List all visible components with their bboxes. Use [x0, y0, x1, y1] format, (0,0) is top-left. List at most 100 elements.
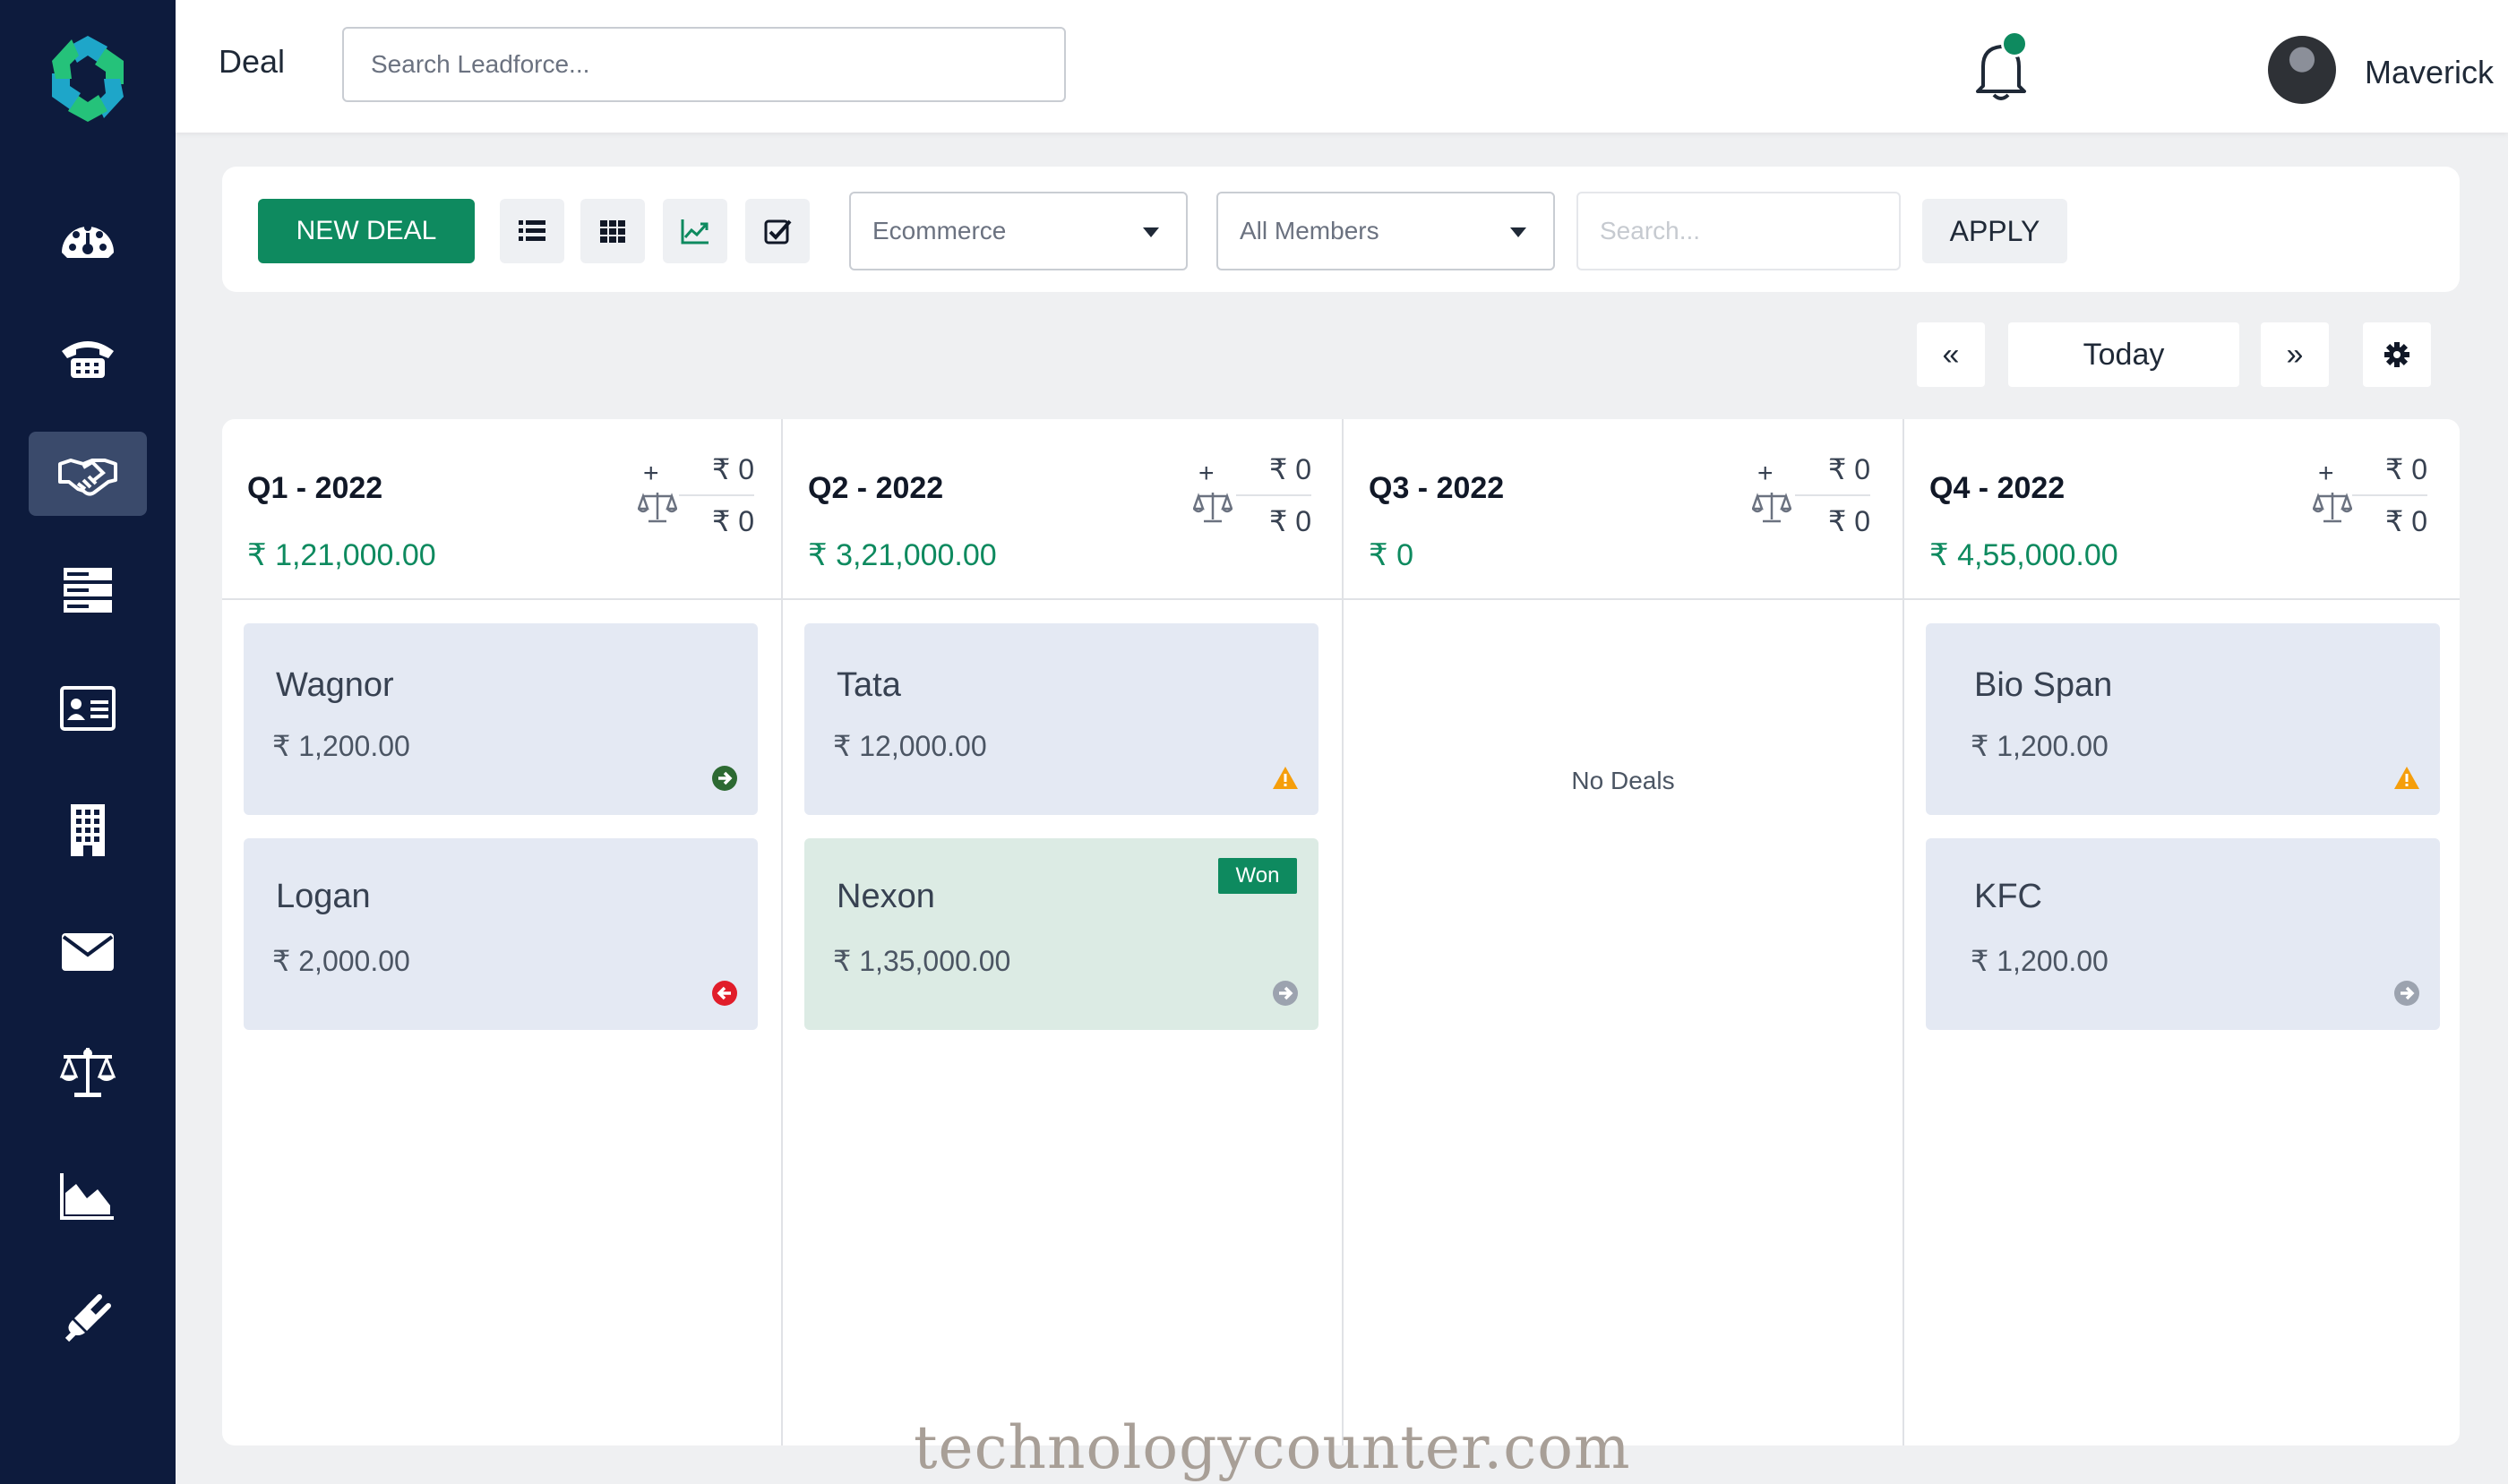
deal-name: Nexon	[837, 878, 935, 915]
deal-card[interactable]: Bio Span ₹ 1,200.00	[1926, 623, 2440, 815]
arrow-right-circle-icon[interactable]	[2393, 980, 2420, 1007]
user-name[interactable]: Maverick	[2365, 54, 2494, 91]
activity-view-button[interactable]	[745, 199, 810, 263]
arrow-right-circle-icon[interactable]	[711, 765, 738, 792]
deal-card[interactable]: Logan ₹ 2,000.00	[244, 838, 758, 1030]
column-total: ₹ 1,21,000.00	[247, 538, 436, 572]
grid-view-button[interactable]	[580, 199, 645, 263]
deal-name: KFC	[1974, 878, 2042, 915]
area-chart-icon	[60, 1173, 114, 1220]
today-button[interactable]: Today	[2008, 322, 2239, 387]
nav-contacts[interactable]	[29, 666, 147, 751]
column-total: ₹ 3,21,000.00	[808, 538, 997, 572]
mail-icon	[62, 933, 114, 971]
column-title: Q4 - 2022	[1929, 471, 2066, 505]
building-icon	[71, 804, 105, 856]
column-header: Q4 - 2022 ₹ 4,55,000.00 + ₹ 0 ₹ 0	[1904, 419, 2460, 600]
column-weighted-value: ₹ 0	[1268, 453, 1311, 485]
deal-amount: ₹ 1,200.00	[272, 730, 410, 762]
board-column: Q2 - 2022 ₹ 3,21,000.00 + ₹ 0 ₹ 0 Tata ₹…	[781, 419, 1342, 1445]
list-view-button[interactable]	[500, 199, 564, 263]
watermark: technologycounter.com	[914, 1413, 1631, 1482]
won-badge: Won	[1218, 858, 1297, 894]
divider	[2352, 494, 2427, 496]
board-column: Q1 - 2022 ₹ 1,21,000.00 + ₹ 0 ₹ 0 Wagnor…	[222, 419, 781, 1445]
deal-amount: ₹ 1,200.00	[1971, 730, 2109, 762]
empty-state-text: No Deals	[1571, 767, 1675, 794]
deal-name: Bio Span	[1974, 666, 2113, 704]
scale-icon	[1752, 493, 1791, 523]
add-deal-plus[interactable]: +	[1757, 459, 1774, 489]
deal-amount: ₹ 12,000.00	[833, 730, 987, 762]
list-icon	[519, 220, 545, 241]
chevron-down-icon	[1510, 227, 1526, 237]
deal-card-won[interactable]: Won Nexon ₹ 1,35,000.00	[804, 838, 1318, 1030]
board-settings-button[interactable]	[2363, 322, 2431, 387]
handshake-icon	[58, 459, 117, 496]
add-deal-plus[interactable]: +	[2318, 459, 2334, 489]
server-icon	[64, 568, 112, 613]
nav-reports[interactable]	[29, 1154, 147, 1238]
nav-forecast[interactable]	[29, 1030, 147, 1114]
pipeline-select-value: Ecommerce	[872, 217, 1007, 244]
page-title: Deal	[219, 43, 286, 80]
line-chart-icon	[681, 219, 709, 244]
previous-period-button[interactable]: «	[1917, 322, 1985, 387]
arrow-right-circle-icon[interactable]	[1272, 980, 1299, 1007]
next-period-button[interactable]: »	[2261, 322, 2329, 387]
grid-icon	[600, 220, 625, 243]
column-title: Q2 - 2022	[808, 471, 944, 505]
scale-icon	[2313, 493, 2352, 523]
deal-card[interactable]: KFC ₹ 1,200.00	[1926, 838, 2440, 1030]
leadforce-logo[interactable]	[45, 32, 131, 125]
warning-icon[interactable]	[1272, 765, 1299, 792]
column-header: Q2 - 2022 ₹ 3,21,000.00 + ₹ 0 ₹ 0	[783, 419, 1342, 600]
plug-icon	[64, 1294, 111, 1342]
nav-pipelines[interactable]	[29, 548, 147, 632]
divider	[1795, 494, 1870, 496]
deal-amount: ₹ 1,200.00	[1971, 945, 2109, 977]
chevron-down-icon	[1143, 227, 1159, 237]
forecast-view-button[interactable]	[663, 199, 727, 263]
board-column: Q4 - 2022 ₹ 4,55,000.00 + ₹ 0 ₹ 0 Bio Sp…	[1902, 419, 2460, 1445]
column-total: ₹ 4,55,000.00	[1929, 538, 2118, 572]
column-header: Q3 - 2022 ₹ 0 + ₹ 0 ₹ 0	[1344, 419, 1902, 600]
add-deal-plus[interactable]: +	[1198, 459, 1215, 489]
nav-integrations[interactable]	[29, 1275, 147, 1360]
nav-calls[interactable]	[29, 315, 147, 399]
board-column: Q3 - 2022 ₹ 0 + ₹ 0 ₹ 0 No Deals	[1342, 419, 1902, 1445]
column-open-value: ₹ 0	[1827, 505, 1870, 537]
phone-icon	[62, 341, 114, 378]
checkbox-icon	[764, 219, 792, 244]
nav-dashboard[interactable]	[29, 199, 147, 283]
deal-card[interactable]: Wagnor ₹ 1,200.00	[244, 623, 758, 815]
arrow-left-circle-icon[interactable]	[711, 980, 738, 1007]
nav-mail[interactable]	[29, 910, 147, 994]
scale-icon	[59, 1048, 116, 1097]
add-deal-plus[interactable]: +	[643, 459, 659, 489]
pipeline-select[interactable]: Ecommerce	[849, 192, 1188, 270]
dashboard-icon	[62, 224, 114, 258]
warning-icon[interactable]	[2393, 765, 2420, 792]
column-summary: ₹ 0 ₹ 0	[679, 450, 754, 541]
deal-amount: ₹ 2,000.00	[272, 945, 410, 977]
members-select[interactable]: All Members	[1216, 192, 1555, 270]
nav-organizations[interactable]	[29, 788, 147, 872]
top-header: Deal Maverick	[176, 0, 2508, 133]
scale-icon	[638, 493, 677, 523]
column-title: Q3 - 2022	[1369, 471, 1505, 505]
column-open-value: ₹ 0	[2384, 505, 2427, 537]
deal-card[interactable]: Tata ₹ 12,000.00	[804, 623, 1318, 815]
column-open-value: ₹ 0	[1268, 505, 1311, 537]
column-summary: ₹ 0 ₹ 0	[2352, 450, 2427, 541]
contact-card-icon	[60, 686, 116, 731]
nav-deals[interactable]	[29, 432, 147, 516]
global-search-input[interactable]	[342, 27, 1066, 102]
gear-icon	[2384, 342, 2409, 367]
filter-search-input[interactable]	[1576, 192, 1901, 270]
apply-button[interactable]: APPLY	[1922, 199, 2067, 263]
column-title: Q1 - 2022	[247, 471, 383, 505]
new-deal-button[interactable]: NEW DEAL	[258, 199, 475, 263]
column-total: ₹ 0	[1369, 538, 1413, 572]
avatar[interactable]	[2268, 36, 2336, 104]
